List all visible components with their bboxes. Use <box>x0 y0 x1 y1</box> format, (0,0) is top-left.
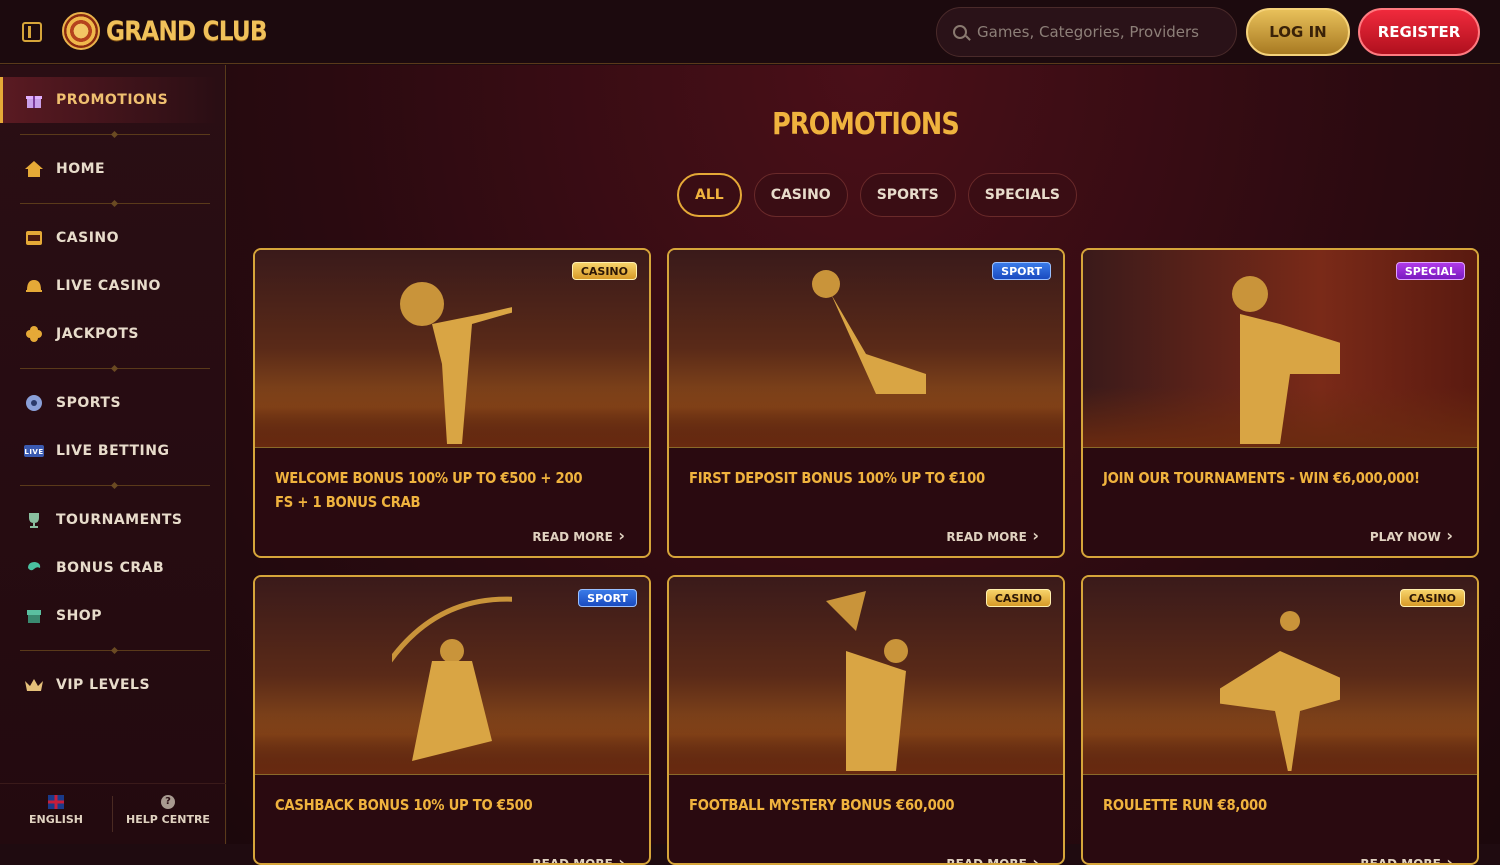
play-now-link[interactable]: PLAY NOW <box>1370 526 1453 545</box>
sidebar-item-label: CASINO <box>56 230 120 246</box>
sidebar-divider <box>20 650 210 651</box>
tab-all[interactable]: ALL <box>677 173 742 217</box>
home-icon <box>24 159 44 179</box>
category-badge: SPORT <box>578 589 637 607</box>
read-more-link[interactable]: READ MORE <box>946 526 1039 545</box>
login-button[interactable]: LOG IN <box>1246 8 1350 56</box>
sidebar-item-live-betting[interactable]: LIVE LIVE BETTING <box>0 428 218 474</box>
search-input[interactable] <box>977 23 1217 41</box>
question-icon: ? <box>161 795 175 809</box>
bell-icon <box>24 276 44 296</box>
search-box[interactable] <box>936 7 1237 57</box>
read-more-link[interactable]: READ MORE <box>946 853 1039 863</box>
language-label: ENGLISH <box>29 813 83 826</box>
sidebar-item-label: SHOP <box>56 608 102 624</box>
promo-title: FOOTBALL MYSTERY BONUS €60,000 <box>689 796 955 814</box>
help-centre-button[interactable]: ? HELP CENTRE <box>113 795 223 826</box>
category-badge: CASINO <box>1399 589 1465 607</box>
sidebar-divider <box>20 368 210 369</box>
promo-title: WELCOME BONUS 100% UP TO €500 + 200 FS +… <box>275 469 583 511</box>
promo-card[interactable]: SPORT CASHBACK BONUS 10% UP TO €500 READ… <box>253 575 651 865</box>
language-button[interactable]: ENGLISH <box>1 795 111 826</box>
soccer-ball-icon <box>24 393 44 413</box>
sidebar-item-label: JACKPOTS <box>56 326 139 342</box>
sidebar-toggle-icon[interactable] <box>22 22 42 42</box>
sidebar-item-bonus-crab[interactable]: BONUS CRAB <box>0 545 218 591</box>
sidebar-item-tournaments[interactable]: TOURNAMENTS <box>0 497 218 543</box>
sidebar-divider <box>20 485 210 486</box>
slot-machine-icon <box>24 228 44 248</box>
golden-statue-icon <box>1220 611 1340 771</box>
read-more-link[interactable]: READ MORE <box>1360 853 1453 863</box>
promo-image: CASINO <box>669 577 1063 775</box>
sidebar-item-promotions[interactable]: PROMOTIONS <box>0 77 218 123</box>
clover-icon <box>24 324 44 344</box>
promo-card[interactable]: SPECIAL JOIN OUR TOURNAMENTS - WIN €6,00… <box>1081 248 1479 558</box>
category-badge: SPORT <box>992 262 1051 280</box>
read-more-link[interactable]: READ MORE <box>532 853 625 863</box>
category-badge: SPECIAL <box>1395 262 1465 280</box>
sidebar-item-label: HOME <box>56 161 106 177</box>
sidebar-divider <box>20 203 210 204</box>
top-header: GRAND CLUB LOG IN REGISTER <box>0 0 1500 64</box>
sidebar: PROMOTIONS HOME CASINO LIVE CASINO JACKP… <box>0 65 226 844</box>
promo-card[interactable]: SPORT FIRST DEPOSIT BONUS 100% UP TO €10… <box>667 248 1065 558</box>
read-more-link[interactable]: READ MORE <box>532 526 625 545</box>
sidebar-divider <box>20 134 210 135</box>
live-icon: LIVE <box>24 441 44 461</box>
promo-image: SPECIAL <box>1083 250 1477 448</box>
help-label: HELP CENTRE <box>126 813 210 826</box>
promo-image: SPORT <box>669 250 1063 448</box>
crab-icon <box>24 558 44 578</box>
tab-casino[interactable]: CASINO <box>753 173 848 217</box>
logo-text: GRAND CLUB <box>106 15 268 47</box>
search-icon <box>953 25 967 39</box>
golden-statue-icon <box>400 282 512 444</box>
page-title: PROMOTIONS <box>772 107 960 142</box>
sidebar-item-label: LIVE BETTING <box>56 443 170 459</box>
promo-image: SPORT <box>255 577 649 775</box>
promo-card[interactable]: CASINO WELCOME BONUS 100% UP TO €500 + 2… <box>253 248 651 558</box>
promo-image: CASINO <box>1083 577 1477 775</box>
gift-icon <box>24 90 44 110</box>
register-button[interactable]: REGISTER <box>1358 8 1480 56</box>
sidebar-item-label: PROMOTIONS <box>56 92 169 108</box>
tab-sports[interactable]: SPORTS <box>859 173 956 217</box>
sidebar-item-live-casino[interactable]: LIVE CASINO <box>0 263 218 309</box>
sidebar-item-home[interactable]: HOME <box>0 146 218 192</box>
shop-icon <box>24 606 44 626</box>
promo-card[interactable]: CASINO ROULETTE RUN €8,000 READ MORE <box>1081 575 1479 865</box>
sidebar-item-sports[interactable]: SPORTS <box>0 380 218 426</box>
sidebar-item-shop[interactable]: SHOP <box>0 593 218 639</box>
promo-title: FIRST DEPOSIT BONUS 100% UP TO €100 <box>689 469 985 487</box>
golden-statue-icon <box>812 270 926 394</box>
promo-card[interactable]: CASINO FOOTBALL MYSTERY BONUS €60,000 RE… <box>667 575 1065 865</box>
golden-statue-icon <box>1232 276 1340 444</box>
trophy-icon <box>24 510 44 530</box>
main-content: PROMOTIONS ALL CASINO SPORTS SPECIALS CA… <box>227 65 1500 865</box>
promo-image: CASINO <box>255 250 649 448</box>
logo[interactable]: GRAND CLUB <box>62 12 293 50</box>
sidebar-item-label: VIP LEVELS <box>56 677 151 693</box>
category-badge: CASINO <box>985 589 1051 607</box>
promo-title: CASHBACK BONUS 10% UP TO €500 <box>275 796 533 814</box>
svg-text:LIVE: LIVE <box>24 448 43 456</box>
crown-icon <box>24 675 44 695</box>
sidebar-item-label: LIVE CASINO <box>56 278 161 294</box>
sidebar-item-label: BONUS CRAB <box>56 560 165 576</box>
sidebar-item-label: SPORTS <box>56 395 122 411</box>
promo-filter-tabs: ALL CASINO SPORTS SPECIALS <box>677 173 1077 217</box>
poker-chip-icon <box>62 12 100 50</box>
tab-specials[interactable]: SPECIALS <box>967 173 1077 217</box>
sidebar-item-label: TOURNAMENTS <box>56 512 183 528</box>
golden-statue-icon <box>826 591 908 771</box>
promo-title: JOIN OUR TOURNAMENTS - WIN €6,000,000! <box>1103 469 1420 487</box>
category-badge: CASINO <box>571 262 637 280</box>
sidebar-item-jackpots[interactable]: JACKPOTS <box>0 311 218 357</box>
sidebar-item-vip-levels[interactable]: VIP LEVELS <box>0 662 218 708</box>
promo-title: ROULETTE RUN €8,000 <box>1103 796 1267 814</box>
sidebar-item-casino[interactable]: CASINO <box>0 215 218 261</box>
uk-flag-icon <box>48 795 64 809</box>
golden-statue-icon <box>392 596 512 761</box>
